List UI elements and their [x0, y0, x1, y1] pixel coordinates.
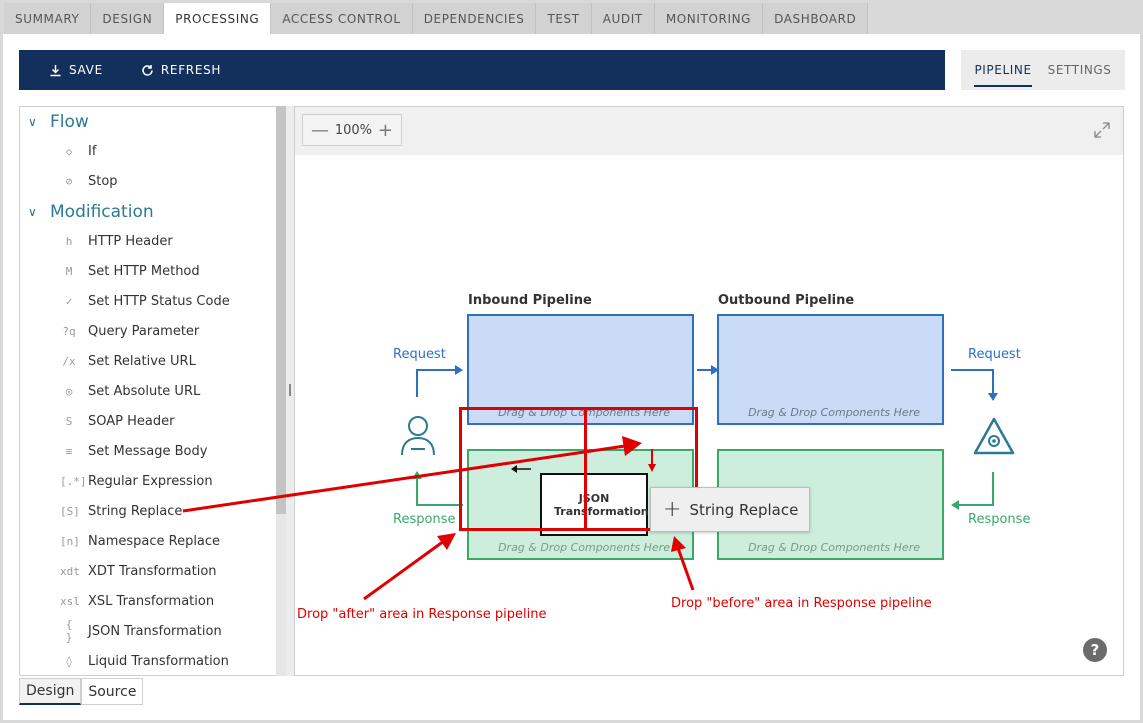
- editor-mode-tabs: Design Source: [19, 678, 144, 705]
- body-icon: ≡: [65, 444, 73, 458]
- dragged-string-replace-item[interactable]: + String Replace: [650, 487, 810, 532]
- tree-item-set-http-status-code[interactable]: ✓ Set HTTP Status Code: [60, 291, 230, 311]
- tab-dashboard[interactable]: DASHBOARD: [763, 3, 869, 34]
- refresh-button[interactable]: REFRESH: [141, 63, 221, 77]
- item-label: XDT Transformation: [88, 563, 217, 579]
- tab-test[interactable]: TEST: [536, 3, 592, 34]
- backend-service-icon: [973, 417, 1015, 455]
- json-icon: { }: [65, 618, 73, 644]
- client-user-icon: [401, 416, 435, 456]
- tree-item-regular-expression[interactable]: [.*] Regular Expression: [60, 471, 213, 491]
- view-tabs: PIPELINE SETTINGS: [961, 50, 1125, 90]
- item-label: Set HTTP Method: [88, 263, 200, 279]
- toolbar: SAVE REFRESH: [19, 50, 945, 90]
- relative-url-icon: /x: [62, 354, 76, 368]
- item-label: Set Relative URL: [88, 353, 196, 369]
- tab-design-mode[interactable]: Design: [19, 678, 82, 705]
- tab-audit[interactable]: AUDIT: [591, 3, 655, 34]
- item-label: Stop: [88, 173, 118, 189]
- xsl-icon: xsl: [60, 594, 80, 608]
- string-replace-icon: [S]: [60, 504, 80, 518]
- tree-group-modification[interactable]: ∨ Modification: [28, 202, 154, 222]
- flow-arrows: [412, 365, 998, 510]
- annotation-after-text: Drop "after" area in Response pipeline: [297, 607, 547, 622]
- tree-item-query-parameter[interactable]: ?q Query Parameter: [60, 321, 199, 341]
- item-label: Set Message Body: [88, 443, 208, 459]
- item-label: SOAP Header: [88, 413, 175, 429]
- tree-group-flow[interactable]: ∨ Flow: [28, 112, 89, 132]
- refresh-label: REFRESH: [160, 63, 222, 77]
- group-label: Flow: [50, 112, 89, 132]
- tree-item-soap-header[interactable]: S SOAP Header: [60, 411, 175, 431]
- plus-icon: +: [663, 497, 682, 522]
- item-label: JSON Transformation: [88, 623, 222, 639]
- tree-item-json-transformation[interactable]: { } JSON Transformation: [60, 618, 222, 644]
- regex-icon: [.*]: [60, 474, 87, 488]
- tab-processing[interactable]: PROCESSING: [164, 3, 272, 34]
- stop-icon: ⊘: [65, 174, 73, 188]
- pipeline-canvas: — 100% + Inbound Pipeline Outbound Pipel…: [294, 106, 1124, 676]
- diamond-icon: ◇: [65, 144, 73, 158]
- item-label: Namespace Replace: [88, 533, 221, 549]
- item-label: HTTP Header: [88, 233, 173, 249]
- dragged-item-label: String Replace: [689, 500, 799, 519]
- soap-icon: S: [65, 414, 73, 428]
- component-tree: ∨ Flow ◇ If ⊘ Stop ∨ Modification h HTTP …: [19, 106, 277, 676]
- tab-pipeline[interactable]: PIPELINE: [974, 53, 1032, 87]
- method-icon: M: [65, 264, 73, 278]
- tree-item-set-http-method[interactable]: M Set HTTP Method: [60, 261, 200, 281]
- tab-access-control[interactable]: ACCESS CONTROL: [271, 3, 413, 34]
- item-label: Query Parameter: [88, 323, 200, 339]
- tree-item-xdt-transformation[interactable]: xdt XDT Transformation: [60, 561, 217, 581]
- xdt-icon: xdt: [60, 564, 80, 578]
- top-tab-bar: SUMMARY DESIGN PROCESSING ACCESS CONTROL…: [0, 0, 1143, 34]
- tab-settings[interactable]: SETTINGS: [1048, 53, 1112, 87]
- header-icon: h: [65, 234, 73, 248]
- tree-item-stop[interactable]: ⊘ Stop: [60, 171, 118, 191]
- item-label: String Replace: [88, 503, 183, 519]
- tab-monitoring[interactable]: MONITORING: [654, 3, 764, 34]
- item-label: Regular Expression: [88, 473, 213, 489]
- main-panel: SAVE REFRESH PIPELINE SETTINGS ∨ Flow ◇ …: [3, 34, 1140, 720]
- splitter-grip[interactable]: [289, 384, 291, 396]
- annotation-divider: [584, 407, 587, 531]
- tree-item-xsl-transformation[interactable]: xsl XSL Transformation: [60, 591, 214, 611]
- tree-item-set-absolute-url[interactable]: ◎ Set Absolute URL: [60, 381, 201, 401]
- tree-item-http-header[interactable]: h HTTP Header: [60, 231, 173, 251]
- tree-item-string-replace[interactable]: [S] String Replace: [60, 501, 182, 521]
- tree-item-namespace-replace[interactable]: [n] Namespace Replace: [60, 531, 220, 551]
- tree-item-set-relative-url[interactable]: /x Set Relative URL: [60, 351, 196, 371]
- item-label: Set Absolute URL: [88, 383, 201, 399]
- group-label: Modification: [50, 202, 154, 222]
- tree-item-liquid-transformation[interactable]: ◊ Liquid Transformation: [60, 651, 229, 671]
- item-label: XSL Transformation: [88, 593, 215, 609]
- download-icon: [50, 64, 61, 76]
- namespace-icon: [n]: [60, 534, 80, 548]
- chevron-down-icon: ∨: [28, 115, 37, 129]
- tab-source-mode[interactable]: Source: [81, 678, 144, 705]
- refresh-icon: [142, 64, 153, 76]
- item-label: Set HTTP Status Code: [88, 293, 230, 309]
- status-icon: ✓: [65, 294, 73, 308]
- chevron-down-icon: ∨: [28, 205, 37, 219]
- save-label: SAVE: [69, 63, 103, 77]
- tab-design[interactable]: DESIGN: [91, 3, 165, 34]
- tree-item-if[interactable]: ◇ If: [60, 141, 97, 161]
- tab-summary[interactable]: SUMMARY: [4, 3, 92, 34]
- annotation-before-text: Drop "before" area in Response pipeline: [671, 596, 932, 611]
- globe-icon: ◎: [65, 384, 73, 398]
- drop-icon: ◊: [65, 654, 73, 668]
- query-icon: ?q: [62, 324, 76, 338]
- item-label: If: [88, 143, 97, 159]
- save-button[interactable]: SAVE: [49, 63, 103, 77]
- tree-item-set-message-body[interactable]: ≡ Set Message Body: [60, 441, 208, 461]
- tree-scrollbar-thumb[interactable]: [276, 106, 286, 514]
- tab-dependencies[interactable]: DEPENDENCIES: [412, 3, 537, 34]
- help-button[interactable]: ?: [1083, 638, 1107, 662]
- item-label: Liquid Transformation: [88, 653, 229, 669]
